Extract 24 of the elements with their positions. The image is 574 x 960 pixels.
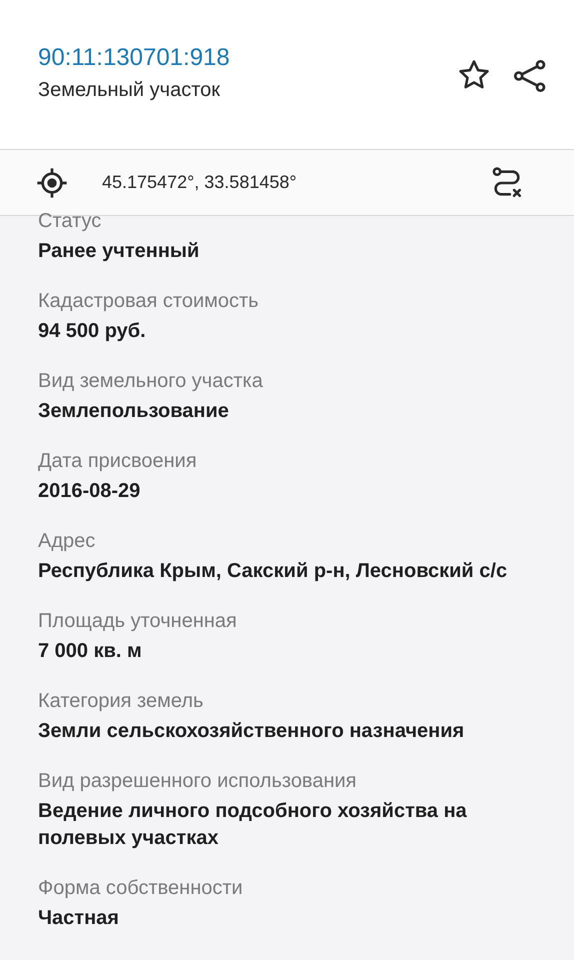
field-label: Вид земельного участка bbox=[38, 369, 264, 394]
cadastral-number-link[interactable]: 90:11:130701:918 bbox=[38, 44, 456, 72]
field-value: Землепользование bbox=[38, 399, 230, 424]
field-label: Форма собственности bbox=[38, 876, 244, 901]
locate-icon[interactable] bbox=[36, 166, 68, 198]
field-label: Дата присвоения bbox=[38, 449, 198, 474]
share-icon[interactable] bbox=[512, 58, 548, 94]
field-label: Кадастровая стоимость bbox=[38, 289, 260, 314]
field-label: Категория земель bbox=[38, 689, 204, 714]
field-value: 7 000 кв. м bbox=[38, 639, 143, 664]
field-value: Частная bbox=[38, 906, 120, 931]
field-label: Статус bbox=[38, 209, 102, 234]
field-value: 94 500 руб. bbox=[38, 319, 147, 344]
field-value: Республика Крым, Сакский р-н, Лесновский с/с bbox=[38, 559, 508, 584]
route-icon[interactable] bbox=[490, 166, 524, 200]
field-label: Вид разрешенного использования bbox=[38, 769, 358, 794]
field-label: Адрес bbox=[38, 529, 96, 554]
field-label: Площадь уточненная bbox=[38, 609, 238, 634]
object-type: Земельный участок bbox=[38, 79, 222, 102]
field-value: Ведение личного подсобного хозяйства на полевых участках bbox=[38, 799, 468, 851]
field-value: 2016-08-29 bbox=[38, 479, 142, 504]
coordinates: 45.175472°, 33.581458° bbox=[102, 172, 298, 193]
field-value: Ранее учтенный bbox=[38, 239, 200, 264]
field-value: Земли сельскохозяйственного назначения bbox=[38, 719, 466, 744]
